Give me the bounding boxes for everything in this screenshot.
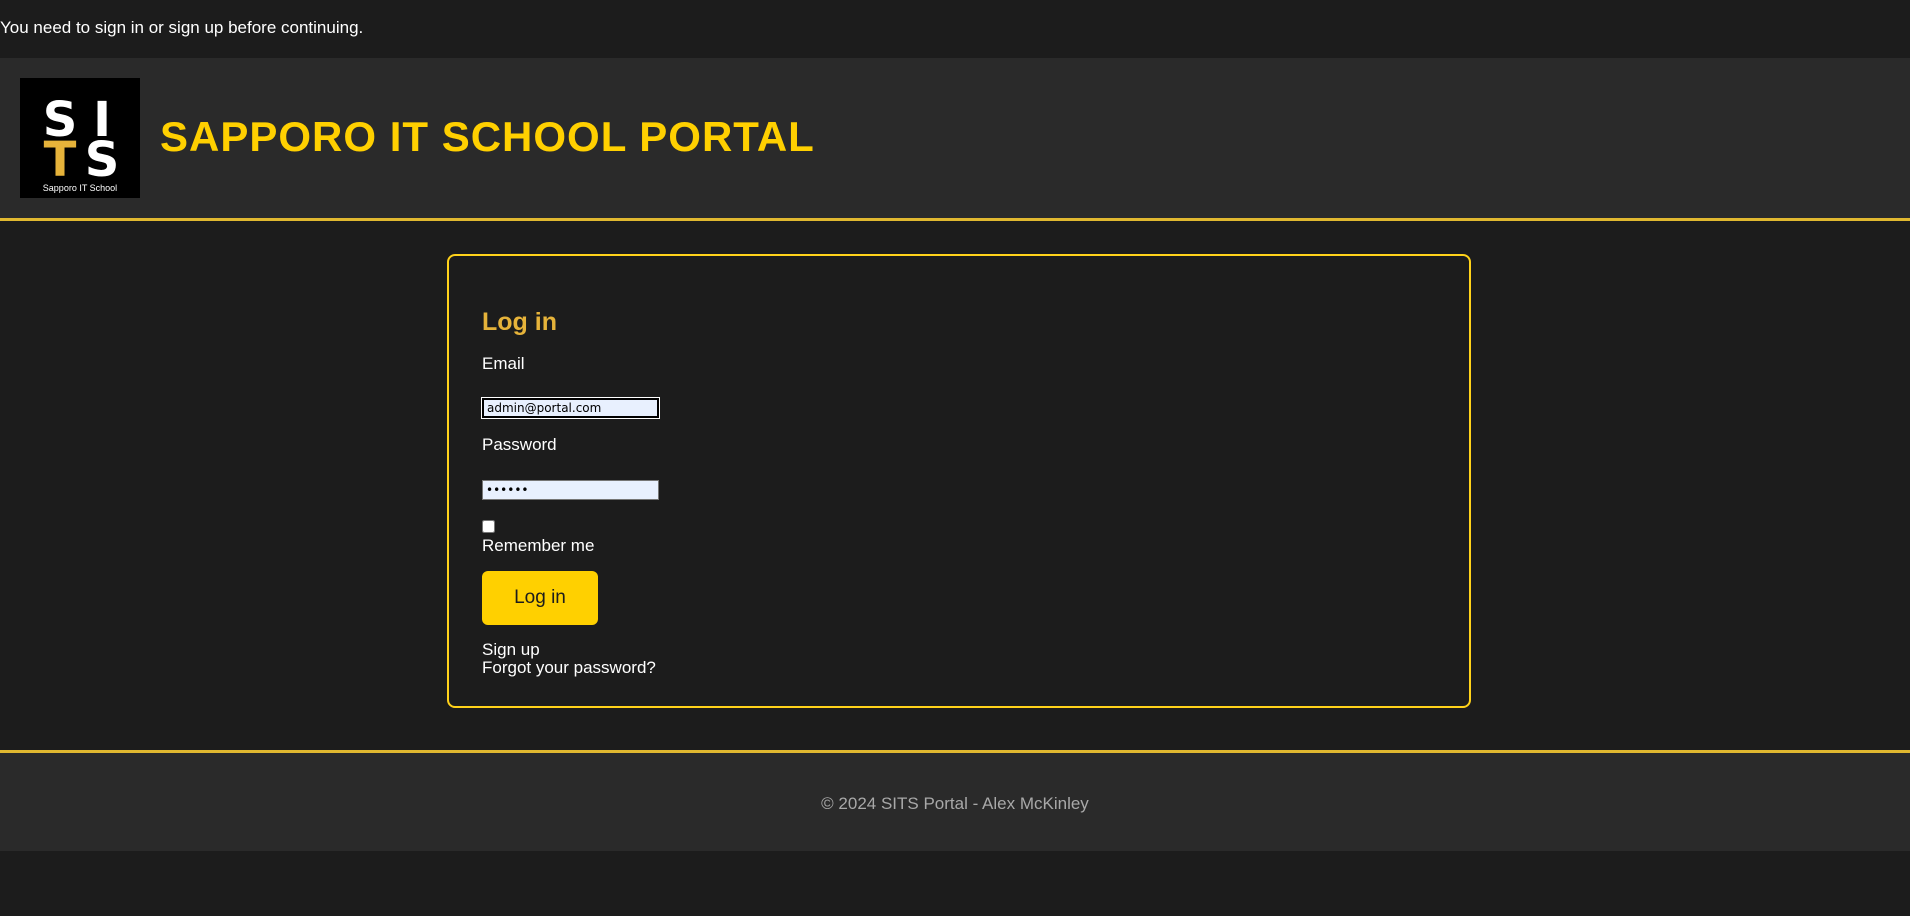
email-label: Email	[482, 354, 525, 373]
logo-letter-t: T	[44, 132, 77, 188]
password-label: Password	[482, 435, 557, 454]
login-title: Log in	[482, 308, 557, 336]
remember-me-checkbox[interactable]	[482, 520, 495, 533]
login-button[interactable]: Log in	[482, 571, 598, 625]
email-field[interactable]	[482, 398, 659, 418]
remember-me-label: Remember me	[482, 536, 595, 555]
site-header: S I T S Sapporo IT School SAPPORO IT SCH…	[0, 58, 1910, 221]
sign-up-link[interactable]: Sign up	[482, 640, 540, 660]
site-footer: © 2024 SITS Portal - Alex McKinley	[0, 750, 1910, 851]
site-title: SAPPORO IT SCHOOL PORTAL	[160, 113, 815, 160]
school-logo: S I T S Sapporo IT School	[20, 78, 140, 198]
logo-letter-s-bottom: S	[85, 132, 120, 188]
footer-copyright: © 2024 SITS Portal - Alex McKinley	[821, 794, 1089, 813]
logo-caption: Sapporo IT School	[43, 183, 117, 193]
password-field[interactable]	[482, 480, 659, 500]
forgot-password-link[interactable]: Forgot your password?	[482, 658, 656, 678]
flash-message: You need to sign in or sign up before co…	[0, 18, 364, 37]
school-logo-graphic: S I T S Sapporo IT School	[20, 78, 140, 198]
login-card: Log in Email Password Remember me Log in…	[447, 254, 1471, 708]
